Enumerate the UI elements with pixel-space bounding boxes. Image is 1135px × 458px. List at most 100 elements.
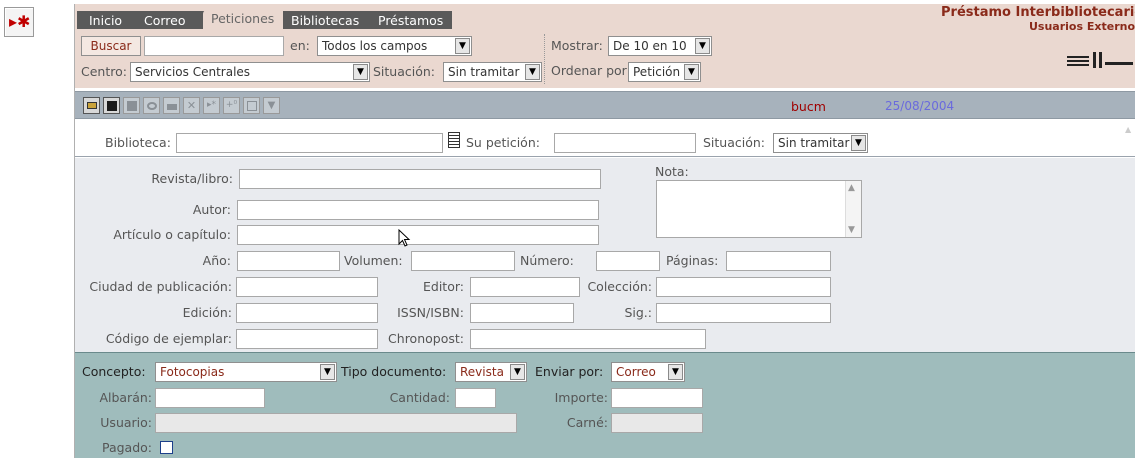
arrow-asterisk-icon: ▸✱: [9, 12, 31, 31]
situacion-select[interactable]: Sin tramitar ▼: [773, 133, 868, 153]
pagado-checkbox[interactable]: [160, 441, 173, 454]
chevron-down-icon: ▼: [510, 364, 525, 380]
biblioteca-input[interactable]: [176, 133, 443, 153]
articulo-label: Artículo o capítulo:: [113, 227, 231, 242]
autor-label: Autor:: [192, 202, 231, 217]
chevron-down-icon: ▼: [684, 64, 699, 80]
coleccion-label: Colección:: [587, 279, 652, 294]
document-icon[interactable]: [448, 132, 460, 148]
chevron-down-icon: ▼: [320, 364, 335, 380]
enviar-select[interactable]: Correo ▼: [611, 362, 685, 382]
anio-input[interactable]: [237, 251, 340, 271]
centro-label: Centro:: [81, 64, 127, 79]
new-button[interactable]: ▸*: [203, 97, 220, 114]
scroll-down-icon: ▼: [848, 225, 855, 235]
tab-peticiones[interactable]: Peticiones: [203, 10, 283, 29]
delete-icon: ✕: [186, 99, 197, 112]
tipo-select[interactable]: Revista ▼: [455, 362, 527, 382]
tab-bibliotecas[interactable]: Bibliotecas: [291, 13, 359, 29]
usuario-input: [155, 413, 517, 433]
importe-label: Importe:: [554, 390, 608, 405]
tab-label: Préstamos: [378, 13, 444, 28]
order-select[interactable]: Petición ▼: [628, 62, 701, 82]
numero-input[interactable]: [596, 251, 660, 271]
edicion-input[interactable]: [236, 303, 378, 323]
send-icon: [247, 101, 257, 111]
search-button-label: Buscar: [90, 39, 132, 53]
situacion-filter-select[interactable]: Sin tramitar ▼: [443, 62, 542, 82]
tab-label: Inicio: [89, 13, 123, 28]
main-frame: Inicio Correo Peticiones Bibliotecas Pré…: [74, 4, 1135, 458]
delete-button[interactable]: ✕: [183, 97, 200, 114]
centro-select[interactable]: Servicios Centrales ▼: [130, 62, 370, 82]
codigo-label: Código de ejemplar:: [105, 331, 232, 346]
albaran-label: Albarán:: [99, 390, 152, 405]
chevron-down-icon: ▼: [525, 64, 540, 80]
refresh-icon: [147, 102, 157, 110]
app-subtitle: Usuarios Externos: [1029, 20, 1135, 33]
sig-input[interactable]: [656, 303, 831, 323]
revista-input[interactable]: [239, 169, 601, 189]
show-value: De 10 en 10: [613, 39, 687, 53]
autor-input[interactable]: [237, 200, 599, 220]
tab-prestamos[interactable]: Préstamos: [378, 13, 443, 29]
copy-icon: +⁰: [225, 100, 238, 110]
volumen-input[interactable]: [411, 251, 515, 271]
articulo-input[interactable]: [237, 225, 599, 245]
usuario-label: Usuario:: [100, 415, 152, 430]
printer-icon: [167, 104, 177, 110]
codigo-input[interactable]: [236, 329, 378, 349]
albaran-input[interactable]: [155, 388, 265, 408]
tab-inicio[interactable]: Inicio: [89, 13, 122, 29]
concepto-value: Fotocopias: [160, 365, 225, 379]
textarea-scrollbar[interactable]: ▲ ▼: [845, 181, 861, 237]
tab-label: Correo: [144, 13, 186, 28]
copy-button[interactable]: +⁰: [223, 97, 240, 114]
paginas-input[interactable]: [726, 251, 831, 271]
cantidad-input[interactable]: [455, 388, 496, 408]
ciudad-label: Ciudad de publicación:: [89, 279, 232, 294]
search-field-select[interactable]: Todos los campos ▼: [317, 36, 472, 56]
edicion-label: Edición:: [182, 305, 232, 320]
header-divider: [544, 34, 545, 84]
sig-label: Sig.:: [624, 305, 652, 320]
tipo-value: Revista: [460, 365, 504, 379]
chevron-down-icon: ▼: [695, 38, 710, 54]
situacion-filter-label: Situación:: [373, 64, 436, 79]
situacion-label: Situación:: [703, 135, 766, 150]
order-value: Petición: [633, 65, 681, 79]
search-field-label: en:: [290, 38, 310, 53]
open-folder-button[interactable]: [83, 97, 100, 114]
show-select[interactable]: De 10 en 10 ▼: [608, 36, 712, 56]
editor-input[interactable]: [470, 277, 580, 297]
save-button[interactable]: [103, 97, 120, 114]
coleccion-input[interactable]: [656, 277, 831, 297]
search-input[interactable]: [144, 36, 284, 56]
save-as-button[interactable]: [123, 97, 140, 114]
search-button[interactable]: Buscar: [81, 36, 141, 56]
concepto-select[interactable]: Fotocopias ▼: [155, 362, 337, 382]
chevron-down-icon: ▼: [455, 38, 470, 54]
issn-input[interactable]: [470, 303, 574, 323]
current-date: 25/08/2004: [885, 99, 955, 113]
search-field-value: Todos los campos: [322, 39, 428, 53]
refresh-button[interactable]: [143, 97, 160, 114]
send-button[interactable]: [243, 97, 260, 114]
su-peticion-input[interactable]: [554, 133, 696, 153]
chronopost-input[interactable]: [470, 329, 706, 349]
folder-icon: [87, 102, 97, 109]
scroll-up-icon[interactable]: ▲: [1125, 125, 1131, 134]
pagado-label: Pagado:: [101, 440, 152, 455]
print-button[interactable]: [163, 97, 180, 114]
editor-label: Editor:: [423, 279, 464, 294]
filter-button[interactable]: ▼: [263, 97, 280, 114]
anio-label: Año:: [202, 253, 231, 268]
new-request-button[interactable]: ▸✱: [4, 7, 34, 37]
tab-correo[interactable]: Correo: [144, 13, 186, 29]
nota-textarea[interactable]: ▲ ▼: [656, 180, 862, 238]
tipo-label: Tipo documento:: [341, 364, 447, 379]
ciudad-input[interactable]: [236, 277, 378, 297]
importe-input[interactable]: [611, 388, 703, 408]
biblioteca-label: Biblioteca:: [105, 135, 171, 150]
app-title: Préstamo Interbibliotecario: [941, 5, 1135, 20]
